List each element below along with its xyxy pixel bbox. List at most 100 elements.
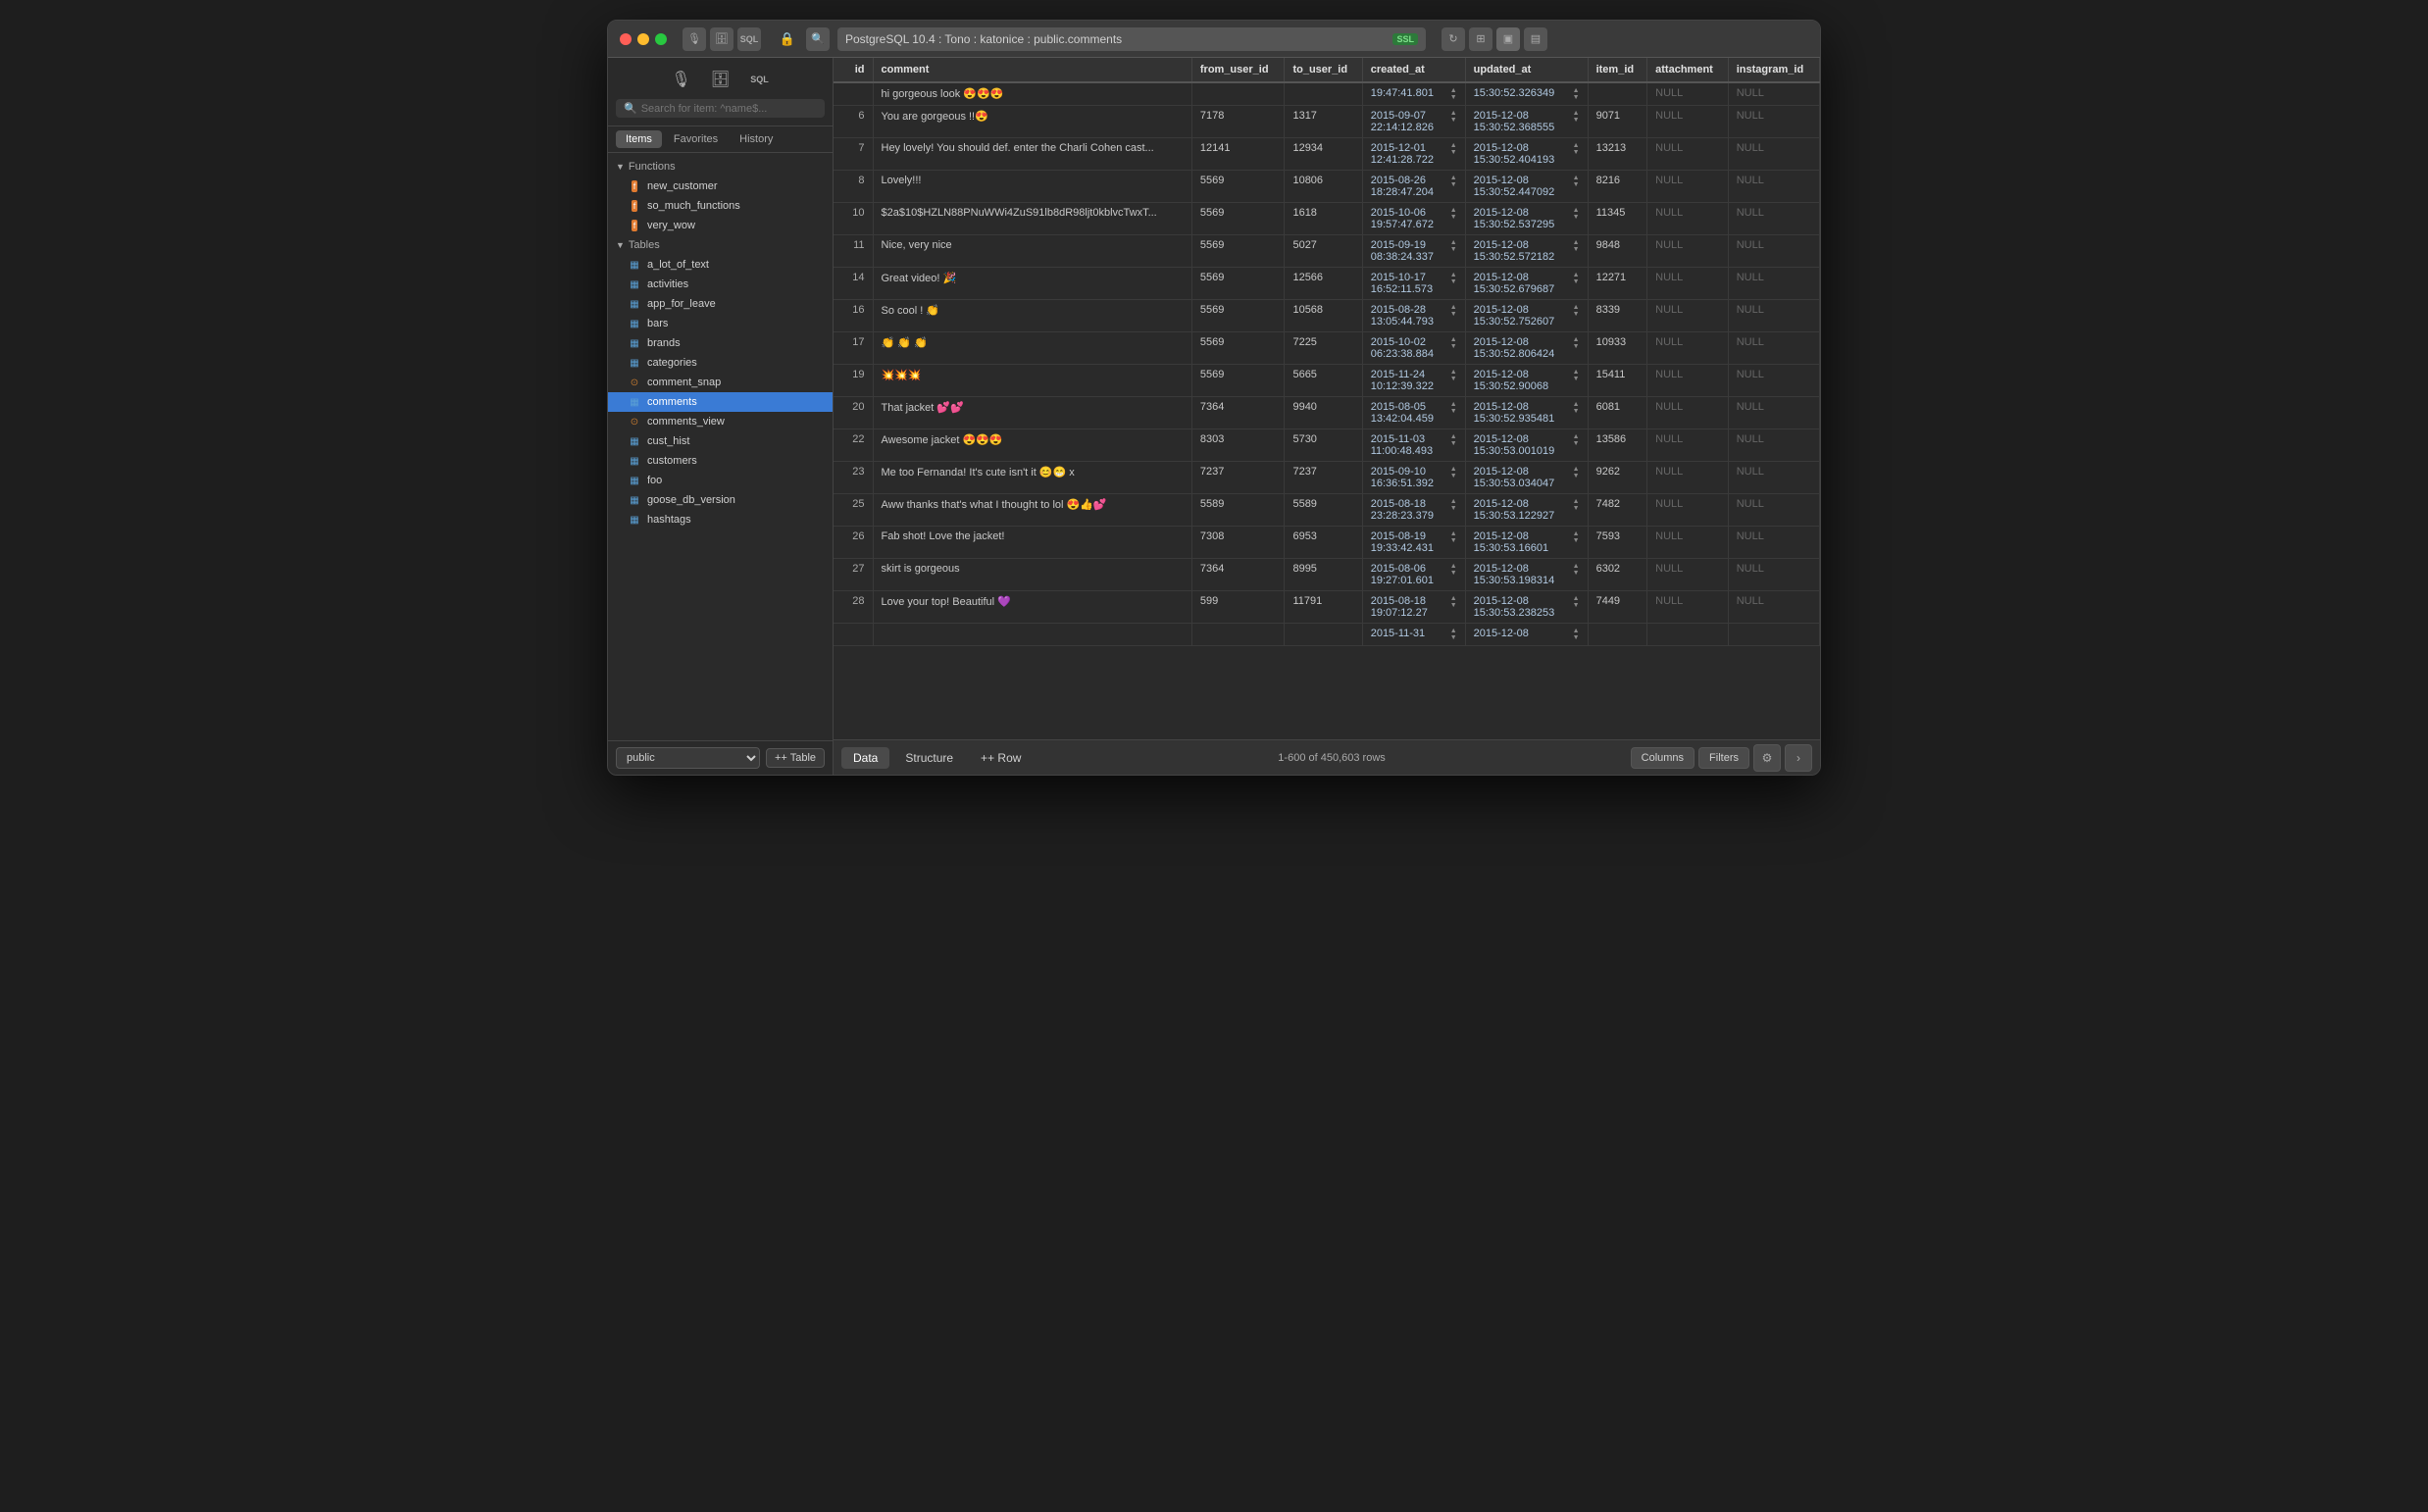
cell-item-id[interactable]: 13586 bbox=[1588, 429, 1647, 462]
cell-item-id[interactable]: 6081 bbox=[1588, 397, 1647, 429]
cell-from-user-id[interactable]: 5569 bbox=[1191, 332, 1285, 365]
cell-from-user-id[interactable]: 5569 bbox=[1191, 268, 1285, 300]
cell-comment[interactable]: That jacket 💕💕 bbox=[873, 397, 1191, 429]
cell-item-id[interactable]: 6302 bbox=[1588, 559, 1647, 591]
cell-to-user-id[interactable]: 12566 bbox=[1285, 268, 1362, 300]
cell-to-user-id[interactable]: 8995 bbox=[1285, 559, 1362, 591]
cell-created-at[interactable]: 2015-09-19 08:38:24.337▲▼ bbox=[1362, 235, 1465, 268]
cell-instagram-id[interactable]: NULL bbox=[1728, 365, 1819, 397]
cell-attachment[interactable]: NULL bbox=[1647, 268, 1729, 300]
cell-updated-at[interactable]: 2015-12-08 15:30:52.404193▲▼ bbox=[1465, 138, 1588, 171]
sidebar-item-comments-view[interactable]: ⊙ comments_view bbox=[608, 412, 833, 431]
cell-id[interactable]: 20 bbox=[834, 397, 873, 429]
cell-comment[interactable]: Nice, very nice bbox=[873, 235, 1191, 268]
cell-created-at[interactable]: 2015-09-07 22:14:12.826▲▼ bbox=[1362, 106, 1465, 138]
cell-item-id[interactable]: 11345 bbox=[1588, 203, 1647, 235]
cell-from-user-id[interactable]: 7178 bbox=[1191, 106, 1285, 138]
sidebar-item-hashtags[interactable]: ▦ hashtags bbox=[608, 510, 833, 529]
cell-updated-at[interactable]: 2015-12-08▲▼ bbox=[1465, 624, 1588, 646]
cell-created-at[interactable]: 2015-08-19 19:33:42.431▲▼ bbox=[1362, 527, 1465, 559]
cell-item-id[interactable]: 9071 bbox=[1588, 106, 1647, 138]
table-row[interactable]: 17👏 👏 👏556972252015-10-02 06:23:38.884▲▼… bbox=[834, 332, 1820, 365]
cell-from-user-id[interactable]: 7364 bbox=[1191, 397, 1285, 429]
cell-instagram-id[interactable]: NULL bbox=[1728, 203, 1819, 235]
cell-id[interactable]: 27 bbox=[834, 559, 873, 591]
sidebar-item-a-lot-of-text[interactable]: ▦ a_lot_of_text bbox=[608, 255, 833, 275]
cell-updated-at[interactable]: 2015-12-08 15:30:53.034047▲▼ bbox=[1465, 462, 1588, 494]
cell-from-user-id[interactable]: 5589 bbox=[1191, 494, 1285, 527]
cell-id[interactable]: 14 bbox=[834, 268, 873, 300]
tab-history[interactable]: History bbox=[730, 130, 783, 148]
table-row[interactable]: 28Love your top! Beautiful 💜599117912015… bbox=[834, 591, 1820, 624]
cell-id[interactable]: 6 bbox=[834, 106, 873, 138]
cell-item-id[interactable]: 7482 bbox=[1588, 494, 1647, 527]
cell-comment[interactable]: hi gorgeous look 😍😍😍 bbox=[873, 82, 1191, 106]
cell-created-at[interactable]: 2015-11-03 11:00:48.493▲▼ bbox=[1362, 429, 1465, 462]
tab-items[interactable]: Items bbox=[616, 130, 662, 148]
cell-instagram-id[interactable]: NULL bbox=[1728, 462, 1819, 494]
cell-to-user-id[interactable]: 9940 bbox=[1285, 397, 1362, 429]
cell-created-at[interactable]: 2015-08-05 13:42:04.459▲▼ bbox=[1362, 397, 1465, 429]
table-row[interactable]: 16So cool ! 👏5569105682015-08-28 13:05:4… bbox=[834, 300, 1820, 332]
cell-id[interactable]: 22 bbox=[834, 429, 873, 462]
cell-attachment[interactable]: NULL bbox=[1647, 332, 1729, 365]
cell-attachment[interactable] bbox=[1647, 624, 1729, 646]
cell-updated-at[interactable]: 2015-12-08 15:30:53.16601▲▼ bbox=[1465, 527, 1588, 559]
tab-structure[interactable]: Structure bbox=[893, 747, 965, 769]
search-icon[interactable]: 🔍 bbox=[806, 27, 830, 51]
cell-comment[interactable]: You are gorgeous !!😍 bbox=[873, 106, 1191, 138]
cell-updated-at[interactable]: 15:30:52.326349▲▼ bbox=[1465, 82, 1588, 106]
cell-from-user-id[interactable]: 599 bbox=[1191, 591, 1285, 624]
table-container[interactable]: id comment from_user_id to_user_id creat… bbox=[834, 58, 1820, 739]
next-button[interactable]: › bbox=[1785, 744, 1812, 772]
db-icon[interactable]: 🎙 bbox=[683, 27, 706, 51]
cell-comment[interactable]: So cool ! 👏 bbox=[873, 300, 1191, 332]
cell-id[interactable]: 28 bbox=[834, 591, 873, 624]
cell-created-at[interactable]: 2015-10-17 16:52:11.573▲▼ bbox=[1362, 268, 1465, 300]
cell-comment[interactable]: Great video! 🎉 bbox=[873, 268, 1191, 300]
cell-to-user-id[interactable]: 5027 bbox=[1285, 235, 1362, 268]
cell-updated-at[interactable]: 2015-12-08 15:30:52.935481▲▼ bbox=[1465, 397, 1588, 429]
sidebar-item-brands[interactable]: ▦ brands bbox=[608, 333, 833, 353]
cell-instagram-id[interactable]: NULL bbox=[1728, 138, 1819, 171]
section-tables[interactable]: ▼ Tables bbox=[608, 235, 833, 255]
cell-id[interactable]: 26 bbox=[834, 527, 873, 559]
cell-comment[interactable]: 👏 👏 👏 bbox=[873, 332, 1191, 365]
cell-instagram-id[interactable]: NULL bbox=[1728, 527, 1819, 559]
cell-from-user-id[interactable]: 7364 bbox=[1191, 559, 1285, 591]
table-row[interactable]: 26Fab shot! Love the jacket!730869532015… bbox=[834, 527, 1820, 559]
sidebar-sql-icon[interactable]: SQL bbox=[744, 66, 776, 93]
cell-item-id[interactable]: 9262 bbox=[1588, 462, 1647, 494]
cell-updated-at[interactable]: 2015-12-08 15:30:52.447092▲▼ bbox=[1465, 171, 1588, 203]
cell-attachment[interactable]: NULL bbox=[1647, 591, 1729, 624]
settings-button[interactable]: ⚙ bbox=[1753, 744, 1781, 772]
table-row[interactable]: 11Nice, very nice556950272015-09-19 08:3… bbox=[834, 235, 1820, 268]
sidebar-db-icon[interactable]: 🎙 bbox=[666, 66, 697, 93]
maximize-button[interactable] bbox=[655, 33, 667, 45]
grid-icon[interactable]: ⊞ bbox=[1469, 27, 1492, 51]
table-row[interactable]: 7Hey lovely! You should def. enter the C… bbox=[834, 138, 1820, 171]
table-row[interactable]: 25Aww thanks that's what I thought to lo… bbox=[834, 494, 1820, 527]
cell-id[interactable]: 8 bbox=[834, 171, 873, 203]
cell-attachment[interactable]: NULL bbox=[1647, 559, 1729, 591]
cell-item-id[interactable]: 10933 bbox=[1588, 332, 1647, 365]
table-row[interactable]: 23Me too Fernanda! It's cute isn't it 😊😁… bbox=[834, 462, 1820, 494]
cell-created-at[interactable]: 2015-09-10 16:36:51.392▲▼ bbox=[1362, 462, 1465, 494]
sidebar-item-bars[interactable]: ▦ bars bbox=[608, 314, 833, 333]
cell-instagram-id[interactable]: NULL bbox=[1728, 106, 1819, 138]
close-button[interactable] bbox=[620, 33, 632, 45]
sidebar-item-foo[interactable]: ▦ foo bbox=[608, 471, 833, 490]
cell-item-id[interactable]: 7593 bbox=[1588, 527, 1647, 559]
sidebar-item-customers[interactable]: ▦ customers bbox=[608, 451, 833, 471]
cell-created-at[interactable]: 2015-11-24 10:12:39.322▲▼ bbox=[1362, 365, 1465, 397]
cell-id[interactable]: 16 bbox=[834, 300, 873, 332]
sidebar-item-very-wow[interactable]: f very_wow bbox=[608, 216, 833, 235]
cell-updated-at[interactable]: 2015-12-08 15:30:52.537295▲▼ bbox=[1465, 203, 1588, 235]
section-functions[interactable]: ▼ Functions bbox=[608, 157, 833, 176]
cell-comment[interactable]: Me too Fernanda! It's cute isn't it 😊😁 x bbox=[873, 462, 1191, 494]
cell-attachment[interactable]: NULL bbox=[1647, 300, 1729, 332]
table-row[interactable]: 8Lovely!!!5569108062015-08-26 18:28:47.2… bbox=[834, 171, 1820, 203]
cell-created-at[interactable]: 19:47:41.801▲▼ bbox=[1362, 82, 1465, 106]
cell-to-user-id[interactable] bbox=[1285, 82, 1362, 106]
cell-created-at[interactable]: 2015-08-26 18:28:47.204▲▼ bbox=[1362, 171, 1465, 203]
